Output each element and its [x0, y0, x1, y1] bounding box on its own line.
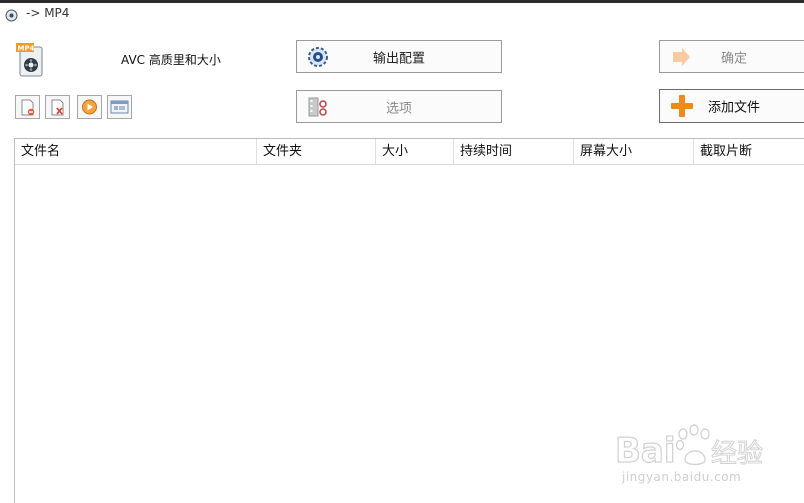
- table-header: 文件名 文件夹 大小 持续时间 屏幕大小 截取片断: [15, 139, 804, 165]
- output-config-label: 输出配置: [372, 51, 425, 66]
- column-header-filename[interactable]: 文件名: [15, 139, 257, 164]
- options-button[interactable]: 选项: [296, 90, 502, 123]
- column-header-duration[interactable]: 持续时间: [454, 139, 574, 164]
- svg-text:经验: 经验: [711, 439, 763, 469]
- file-delete-icon: [51, 99, 64, 116]
- play-icon: [82, 99, 97, 115]
- add-file-label: 添加文件: [707, 100, 760, 116]
- column-header-folder[interactable]: 文件夹: [257, 139, 376, 164]
- output-config-button[interactable]: 输出配置: [296, 40, 502, 73]
- svg-text:MP4: MP4: [18, 45, 35, 53]
- options-label: 选项: [385, 101, 412, 116]
- column-header-clip[interactable]: 截取片断: [694, 139, 804, 164]
- window-title: -> MP4: [26, 6, 70, 20]
- remove-file-button[interactable]: [15, 95, 40, 119]
- play-button[interactable]: [77, 95, 102, 119]
- clear-list-button[interactable]: [45, 95, 70, 119]
- app-icon: [5, 9, 18, 22]
- confirm-button[interactable]: 确定: [659, 40, 804, 73]
- file-remove-icon: [21, 99, 35, 116]
- column-header-screen-size[interactable]: 屏幕大小: [574, 139, 694, 164]
- svg-text:Bai: Bai: [615, 431, 676, 471]
- output-profile-label: AVC 高质里和大小: [121, 53, 221, 67]
- media-info-button[interactable]: [107, 95, 132, 119]
- mp4-format-icon: MP4: [16, 43, 43, 77]
- info-panel-icon: [110, 100, 129, 114]
- column-header-size[interactable]: 大小: [376, 139, 454, 164]
- confirm-label: 确定: [720, 51, 747, 66]
- watermark-url: jingyan.baidu.com: [622, 470, 742, 484]
- window-top-border: [0, 0, 804, 3]
- add-file-button[interactable]: 添加文件: [659, 89, 804, 123]
